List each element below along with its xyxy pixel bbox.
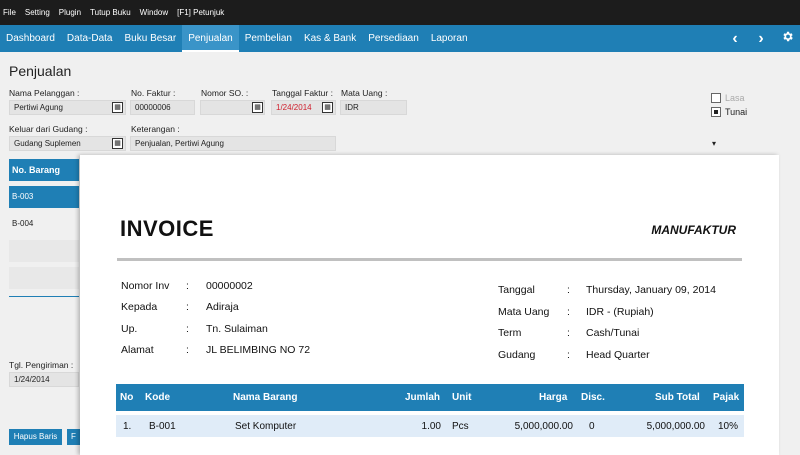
- col-sub-total: Sub Total: [655, 392, 700, 403]
- col-unit: Unit: [452, 392, 472, 403]
- chevron-left-icon[interactable]: ‹: [722, 30, 748, 48]
- tgl-pengiriman-field[interactable]: 1/24/2014: [9, 372, 79, 387]
- nav-buku-besar[interactable]: Buku Besar: [119, 25, 183, 52]
- menu-bar: File Setting Plugin Tutup Buku Window [F…: [0, 0, 800, 25]
- col-pajak: Pajak: [713, 392, 740, 403]
- up-value: Tn. Sulaiman: [206, 323, 268, 335]
- menu-plugin[interactable]: Plugin: [59, 8, 81, 17]
- no-barang-header: No. Barang: [9, 159, 79, 181]
- tunai-label: Tunai: [725, 107, 748, 117]
- keluar-gudang-label: Keluar dari Gudang :: [9, 124, 88, 134]
- company-name: MANUFAKTUR: [651, 223, 736, 237]
- col-jumlah: Jumlah: [405, 392, 441, 403]
- cell-jumlah: 1.00: [421, 421, 441, 432]
- nama-pelanggan-field[interactable]: Pertiwi Agung: [9, 100, 126, 115]
- cell-subtotal: 5,000,000.00: [646, 421, 705, 432]
- mata-uang-value: IDR - (Rupiah): [586, 306, 654, 318]
- nav-persediaan[interactable]: Persediaan: [362, 25, 425, 52]
- alamat-value: JL BELIMBING NO 72: [206, 344, 311, 356]
- colon: :: [567, 327, 570, 339]
- chevron-right-icon[interactable]: ›: [748, 30, 774, 48]
- col-nama-barang: Nama Barang: [233, 392, 298, 403]
- partial-button[interactable]: F: [67, 429, 80, 445]
- menu-window[interactable]: Window: [140, 8, 168, 17]
- gudang-label: Gudang: [498, 349, 536, 361]
- keterangan-field[interactable]: Penjualan, Pertiwi Agung: [130, 136, 336, 151]
- nomor-so-label: Nomor SO. :: [201, 88, 249, 98]
- nomor-inv-value: 00000002: [206, 280, 253, 292]
- nama-pelanggan-label: Nama Pelanggan :: [9, 88, 80, 98]
- dropdown-arrow-icon[interactable]: ▾: [712, 139, 716, 148]
- col-disc: Disc.: [581, 392, 605, 403]
- nav-dashboard[interactable]: Dashboard: [0, 25, 61, 52]
- cell-kode: B-001: [149, 421, 176, 432]
- colon: :: [567, 284, 570, 296]
- nav-penjualan[interactable]: Penjualan: [182, 25, 239, 52]
- kepada-value: Adiraja: [206, 301, 239, 313]
- tanggal-value: Thursday, January 09, 2014: [586, 284, 716, 296]
- tgl-pengiriman-label: Tgl. Pengiriman :: [9, 360, 74, 370]
- hapus-baris-button[interactable]: Hapus Baris: [9, 429, 62, 445]
- alamat-label: Alamat: [121, 344, 154, 356]
- cell-no: 1.: [123, 421, 132, 432]
- no-faktur-label: No. Faktur :: [131, 88, 176, 98]
- divider: [117, 258, 742, 261]
- up-label: Up.: [121, 323, 138, 335]
- keterangan-label: Keterangan :: [131, 124, 180, 134]
- lookup-icon[interactable]: ▦: [112, 138, 123, 149]
- page-title: Penjualan: [9, 63, 72, 79]
- colon: :: [186, 344, 189, 356]
- no-faktur-field[interactable]: 00000006: [130, 100, 195, 115]
- keluar-gudang-field[interactable]: Gudang Suplemen: [9, 136, 126, 151]
- divider: [9, 296, 79, 297]
- colon: :: [186, 280, 189, 292]
- colon: :: [567, 306, 570, 318]
- nomor-inv-label: Nomor Inv: [121, 280, 170, 292]
- calendar-icon[interactable]: ▦: [322, 102, 333, 113]
- col-no: No: [120, 392, 134, 403]
- cell-unit: Pcs: [452, 421, 469, 432]
- cell-nama: Set Komputer: [235, 421, 297, 432]
- lasa-checkbox[interactable]: [711, 93, 721, 103]
- term-value: Cash/Tunai: [586, 327, 640, 339]
- mata-uang-label: Mata Uang: [498, 306, 550, 318]
- col-harga: Harga: [539, 392, 568, 403]
- list-item[interactable]: [9, 267, 79, 289]
- cell-pajak: 10%: [718, 421, 739, 432]
- nav-data-data[interactable]: Data-Data: [61, 25, 119, 52]
- items-table-header: No Kode Nama Barang Jumlah Unit Harga Di…: [116, 384, 744, 411]
- invoice-title: INVOICE: [120, 216, 214, 241]
- nav-pembelian[interactable]: Pembelian: [239, 25, 298, 52]
- nav-kas-bank[interactable]: Kas & Bank: [298, 25, 362, 52]
- list-item[interactable]: B-004: [9, 213, 79, 235]
- kepada-label: Kepada: [121, 301, 158, 313]
- tanggal-label: Tanggal: [498, 284, 535, 296]
- lookup-icon[interactable]: ▦: [112, 102, 123, 113]
- colon: :: [567, 349, 570, 361]
- mata-uang-field[interactable]: IDR: [340, 100, 407, 115]
- lasa-label: Lasa: [725, 93, 745, 103]
- menu-file[interactable]: File: [3, 8, 16, 17]
- term-label: Term: [498, 327, 522, 339]
- lookup-icon[interactable]: ▦: [252, 102, 263, 113]
- cell-disc: 0: [589, 421, 595, 432]
- list-item[interactable]: [9, 240, 79, 262]
- tanggal-faktur-label: Tanggal Faktur :: [272, 88, 333, 98]
- list-item[interactable]: B-003: [9, 186, 79, 208]
- main-navbar: Dashboard Data-Data Buku Besar Penjualan…: [0, 25, 800, 52]
- gudang-value: Head Quarter: [586, 349, 650, 361]
- cell-harga: 5,000,000.00: [514, 421, 573, 432]
- menu-petunjuk[interactable]: [F1] Petunjuk: [177, 8, 224, 17]
- tunai-checkbox[interactable]: [711, 107, 721, 117]
- menu-tutup-buku[interactable]: Tutup Buku: [90, 8, 131, 17]
- menu-setting[interactable]: Setting: [25, 8, 50, 17]
- invoice-preview: INVOICE MANUFAKTUR Nomor Inv Kepada Up. …: [80, 155, 779, 455]
- col-kode: Kode: [145, 392, 170, 403]
- gear-icon[interactable]: [774, 30, 800, 48]
- mata-uang-label: Mata Uang :: [341, 88, 388, 98]
- colon: :: [186, 301, 189, 313]
- table-row[interactable]: 1. B-001 Set Komputer 1.00 Pcs 5,000,000…: [116, 415, 744, 437]
- colon: :: [186, 323, 189, 335]
- nav-laporan[interactable]: Laporan: [425, 25, 474, 52]
